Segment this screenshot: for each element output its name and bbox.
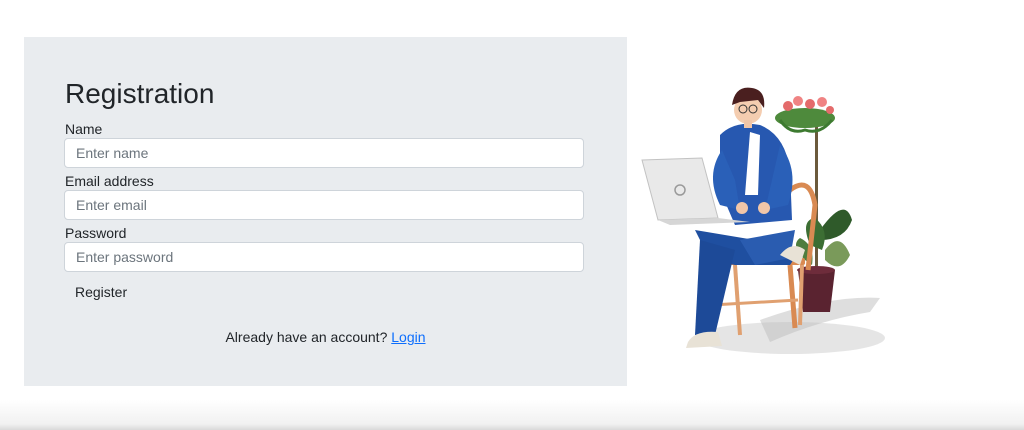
password-input[interactable] [64, 242, 584, 272]
registration-form-panel: Registration Name Email address Password… [24, 37, 627, 386]
register-button[interactable]: Register [64, 280, 138, 304]
window-bottom-bar [0, 400, 1024, 430]
page-title: Registration [65, 78, 215, 109]
person-with-laptop-illustration [641, 87, 885, 354]
registration-page: Registration Name Email address Password… [0, 0, 1024, 430]
login-link[interactable]: Login [391, 329, 425, 345]
login-prompt-text: Already have an account? [225, 329, 388, 345]
password-label: Password [65, 225, 127, 241]
name-label: Name [65, 121, 103, 137]
name-input[interactable] [64, 138, 584, 168]
login-prompt-row: Already have an account? Login [24, 328, 627, 346]
email-label: Email address [65, 173, 154, 189]
email-input[interactable] [64, 190, 584, 220]
